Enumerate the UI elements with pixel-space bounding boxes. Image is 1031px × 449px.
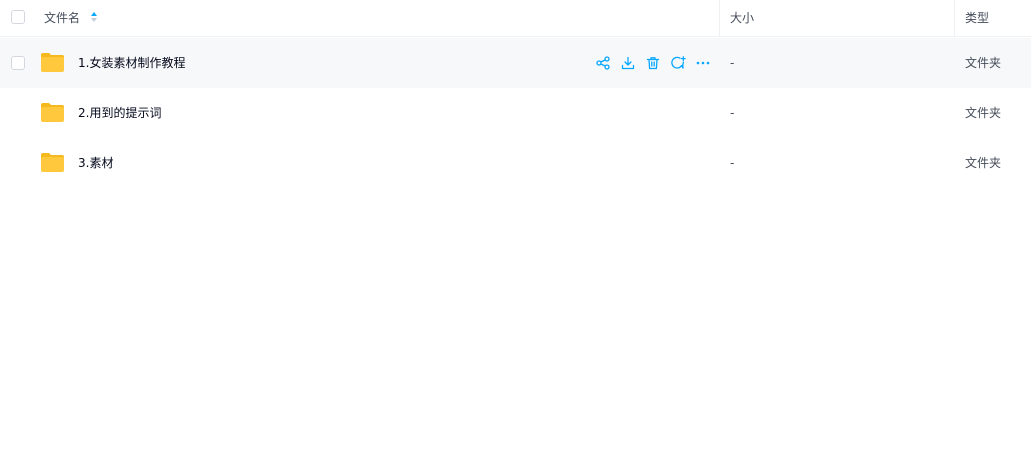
table-row[interactable]: 3.素材 - 文件夹 [0, 138, 1031, 188]
file-name[interactable]: 3.素材 [78, 155, 113, 171]
file-name[interactable]: 2.用到的提示词 [78, 105, 161, 121]
sort-icon[interactable] [90, 11, 98, 23]
column-divider[interactable] [954, 0, 955, 37]
folder-icon [41, 53, 64, 72]
delete-icon [646, 57, 660, 70]
folder-icon [41, 103, 64, 122]
column-header-size[interactable]: 大小 [730, 10, 754, 26]
file-type: 文件夹 [965, 56, 1002, 70]
select-all-checkbox[interactable] [11, 10, 25, 24]
file-size: - [730, 106, 735, 120]
more-button[interactable] [694, 54, 712, 72]
file-list: 文件名 大小 类型 1.女装素材制作教程 - 文件夹 2.用到的提示词 - 文件… [0, 0, 1031, 449]
row-actions [594, 54, 712, 72]
delete-button[interactable] [644, 54, 662, 72]
file-size: - [730, 56, 735, 70]
table-row[interactable]: 1.女装素材制作教程 - 文件夹 [0, 38, 1031, 88]
download-button[interactable] [619, 54, 637, 72]
file-type: 文件夹 [965, 156, 1002, 170]
column-header-name[interactable]: 文件名 [44, 10, 80, 26]
add-comment-icon [670, 56, 686, 69]
column-divider[interactable] [719, 0, 720, 37]
more-icon [696, 61, 710, 65]
download-icon [621, 56, 635, 70]
file-type: 文件夹 [965, 106, 1002, 120]
add-comment-button[interactable] [669, 54, 687, 72]
file-name[interactable]: 1.女装素材制作教程 [78, 55, 185, 71]
table-row[interactable]: 2.用到的提示词 - 文件夹 [0, 88, 1031, 138]
share-button[interactable] [594, 54, 612, 72]
share-icon [596, 56, 610, 70]
row-checkbox[interactable] [11, 56, 25, 70]
table-header: 文件名 大小 类型 [0, 0, 1031, 37]
folder-icon [41, 153, 64, 172]
file-size: - [730, 156, 735, 170]
column-header-type[interactable]: 类型 [965, 10, 989, 26]
